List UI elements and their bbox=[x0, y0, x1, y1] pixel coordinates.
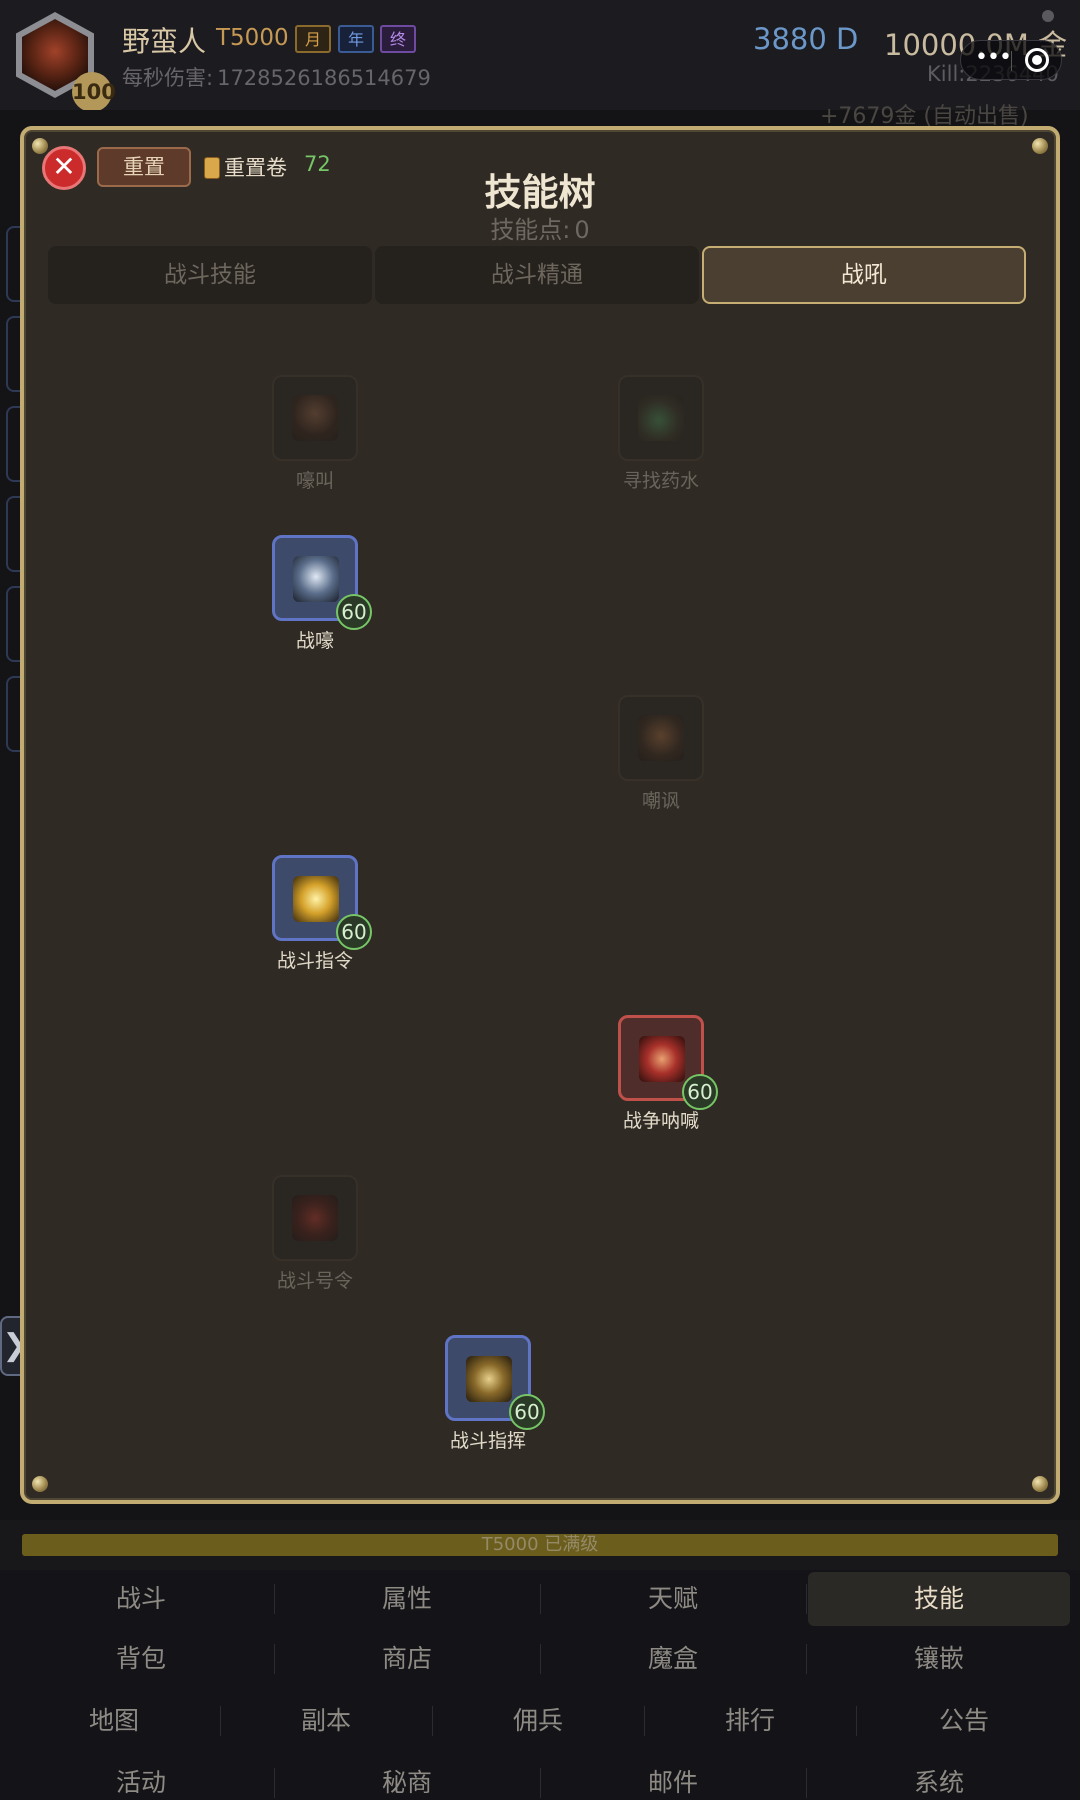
nav-backpack[interactable]: 背包 bbox=[10, 1632, 272, 1686]
nav-map[interactable]: 地图 bbox=[10, 1694, 218, 1748]
nav-magic-box[interactable]: 魔盒 bbox=[542, 1632, 804, 1686]
lifetime-card-tag: 终 bbox=[380, 25, 416, 53]
battle-cry-icon bbox=[293, 556, 339, 602]
nav-divider bbox=[274, 1768, 275, 1798]
target-icon[interactable] bbox=[1025, 48, 1049, 72]
skill-name-battle-leadership: 战斗指挥 bbox=[449, 1430, 526, 1452]
skill-name-battle-command: 战斗号令 bbox=[276, 1270, 353, 1292]
nav-divider bbox=[220, 1706, 221, 1736]
nav-divider bbox=[806, 1768, 807, 1798]
tab-warcry[interactable]: 战吼 bbox=[702, 246, 1026, 304]
skill-name-battle-orders: 战斗指令 bbox=[276, 950, 353, 972]
corner-rivet bbox=[32, 1476, 48, 1492]
nav-divider bbox=[274, 1644, 275, 1674]
skill-name-taunt: 嘲讽 bbox=[641, 790, 680, 812]
skill-level-badge: 60 bbox=[509, 1394, 545, 1430]
skill-name-howl: 嚎叫 bbox=[295, 470, 334, 492]
modal-title: 技能树 bbox=[484, 171, 596, 214]
skill-points: 技能点: 0 bbox=[24, 210, 1056, 245]
nav-divider bbox=[806, 1584, 807, 1614]
tier-progress-bar: T5000 已满级 bbox=[22, 1534, 1058, 1556]
player-level-badge: 100 bbox=[72, 72, 116, 112]
nav-divider bbox=[806, 1644, 807, 1674]
corner-rivet bbox=[1032, 138, 1048, 154]
month-card-tag: 月 bbox=[295, 25, 331, 53]
skill-node-battle-command[interactable] bbox=[272, 1175, 358, 1261]
tier-progress-text: T5000 已满级 bbox=[481, 1534, 599, 1555]
howl-icon bbox=[292, 395, 338, 441]
nav-ranking[interactable]: 排行 bbox=[646, 1694, 854, 1748]
nav-secret-shop[interactable]: 秘商 bbox=[276, 1756, 538, 1800]
nav-divider bbox=[540, 1644, 541, 1674]
skill-points-value: 0 bbox=[574, 216, 590, 244]
dps-readout: 每秒伤害: 1728526186514679 bbox=[122, 62, 431, 92]
nav-announcement[interactable]: 公告 bbox=[858, 1694, 1070, 1748]
dps-label: 每秒伤害: bbox=[122, 66, 214, 90]
nav-row: 战斗 属性 天赋 技能 bbox=[0, 1570, 1080, 1628]
nav-divider bbox=[540, 1584, 541, 1614]
more-dots-icon[interactable]: ••• bbox=[975, 45, 1012, 70]
battle-orders-icon bbox=[293, 876, 339, 922]
nav-shop[interactable]: 商店 bbox=[276, 1632, 538, 1686]
tab-combat-skills[interactable]: 战斗技能 bbox=[48, 246, 372, 304]
skill-node-howl[interactable] bbox=[272, 375, 358, 461]
nav-divider bbox=[540, 1768, 541, 1798]
dps-value: 1728526186514679 bbox=[217, 66, 431, 90]
capsule-divider bbox=[1011, 51, 1012, 71]
battle-leadership-icon bbox=[466, 1356, 512, 1402]
player-avatar[interactable]: 100 bbox=[16, 12, 116, 112]
corner-rivet bbox=[32, 138, 48, 154]
taunt-icon bbox=[638, 715, 684, 761]
skill-node-taunt[interactable] bbox=[618, 695, 704, 781]
skill-name-battle-cry: 战嚎 bbox=[295, 630, 334, 652]
skill-name-war-shout: 战争呐喊 bbox=[622, 1110, 699, 1132]
nav-row: 活动 秘商 邮件 系统 bbox=[0, 1754, 1080, 1800]
nav-mercenary[interactable]: 佣兵 bbox=[434, 1694, 642, 1748]
year-card-tag: 年 bbox=[338, 25, 374, 53]
skill-level-badge: 60 bbox=[682, 1074, 718, 1110]
nav-divider bbox=[644, 1706, 645, 1736]
nav-row: 背包 商店 魔盒 镶嵌 bbox=[0, 1630, 1080, 1688]
corner-rivet bbox=[1032, 1476, 1048, 1492]
nav-system[interactable]: 系统 bbox=[808, 1756, 1070, 1800]
war-shout-icon bbox=[639, 1036, 685, 1082]
miniprogram-capsule: ••• bbox=[960, 40, 1062, 80]
skill-tree-modal: ✕ 重置 重置卷 72 技能树 技能点: 0 战斗技能 战斗精通 战吼 嚎叫 寻找… bbox=[20, 126, 1060, 1504]
skill-level-badge: 60 bbox=[336, 914, 372, 950]
player-tier: T5000 bbox=[216, 25, 289, 51]
skill-name-find-potion: 寻找药水 bbox=[622, 470, 699, 492]
nav-mail[interactable]: 邮件 bbox=[542, 1756, 804, 1800]
nav-divider bbox=[856, 1706, 857, 1736]
nav-battle[interactable]: 战斗 bbox=[10, 1572, 272, 1626]
nav-divider bbox=[432, 1706, 433, 1736]
nav-talent[interactable]: 天赋 bbox=[542, 1572, 804, 1626]
nav-divider bbox=[274, 1584, 275, 1614]
potion-icon bbox=[638, 395, 684, 441]
indicator-dot-icon bbox=[1042, 10, 1054, 22]
tab-combat-mastery[interactable]: 战斗精通 bbox=[375, 246, 699, 304]
top-bar: 100 野蛮人 T5000 月 年 终 每秒伤害: 172852618651467… bbox=[0, 0, 1080, 112]
bottom-nav: 战斗 属性 天赋 技能 背包 商店 魔盒 镶嵌 地图 副本 佣兵 排行 公告 活… bbox=[0, 1570, 1080, 1800]
skill-points-label: 技能点: bbox=[490, 216, 571, 244]
player-name: 野蛮人 bbox=[122, 25, 207, 58]
nav-row: 地图 副本 佣兵 排行 公告 bbox=[0, 1692, 1080, 1750]
nav-socketing[interactable]: 镶嵌 bbox=[808, 1632, 1070, 1686]
nav-events[interactable]: 活动 bbox=[10, 1756, 272, 1800]
battle-command-icon bbox=[292, 1195, 338, 1241]
skill-node-find-potion[interactable] bbox=[618, 375, 704, 461]
skill-level-badge: 60 bbox=[336, 594, 372, 630]
nav-attributes[interactable]: 属性 bbox=[276, 1572, 538, 1626]
diamond-count: 3880 D bbox=[753, 22, 859, 56]
nav-skills[interactable]: 技能 bbox=[808, 1572, 1070, 1626]
nav-dungeon[interactable]: 副本 bbox=[222, 1694, 430, 1748]
